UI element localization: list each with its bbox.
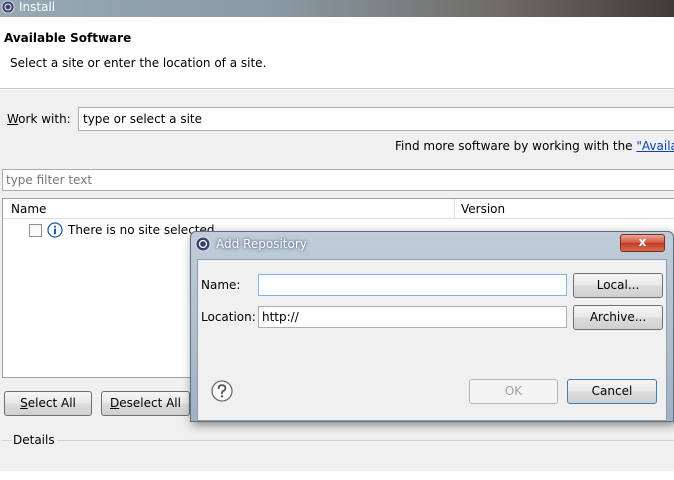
location-input[interactable]: http://	[258, 306, 567, 328]
work-with-label: Work with:	[7, 112, 71, 126]
eclipse-app-icon	[195, 236, 211, 252]
archive-button[interactable]: Archive...	[573, 305, 663, 330]
page-title: Available Software	[4, 31, 132, 45]
name-input[interactable]	[258, 274, 567, 296]
close-icon: x	[638, 235, 647, 249]
close-button[interactable]: x	[620, 234, 665, 252]
find-more-text: Find more software by working with the "…	[395, 139, 674, 153]
page-description: Select a site or enter the location of a…	[10, 56, 267, 70]
ok-button[interactable]: OK	[469, 379, 558, 404]
details-label: Details	[11, 433, 57, 447]
available-sites-link[interactable]: "Availab	[636, 139, 674, 153]
column-header-name[interactable]: Name	[11, 202, 46, 216]
column-header-version[interactable]: Version	[461, 202, 505, 216]
page-header: Available Software Select a site or ente…	[0, 17, 674, 89]
work-with-combo[interactable]: type or select a site	[78, 107, 674, 131]
column-separator[interactable]	[454, 199, 455, 219]
name-label: Name:	[201, 278, 241, 292]
table-header: Name Version	[3, 199, 674, 219]
dialog-titlebar[interactable]: Add Repository x	[191, 232, 673, 256]
location-label: Location:	[201, 310, 256, 324]
select-all-button[interactable]: Select All	[4, 391, 92, 416]
local-button[interactable]: Local...	[573, 273, 663, 298]
info-icon	[47, 222, 63, 238]
filter-input[interactable]	[2, 169, 674, 191]
help-icon[interactable]	[211, 380, 233, 402]
dialog-content: Name: Local... Location: http:// Archive…	[197, 259, 667, 421]
cancel-button[interactable]: Cancel	[567, 379, 657, 404]
window-titlebar[interactable]: Install	[0, 0, 674, 17]
details-group: Details	[2, 433, 674, 480]
window-title: Install	[19, 0, 56, 14]
row-checkbox[interactable]	[29, 224, 42, 237]
deselect-all-button[interactable]: Deselect All	[101, 391, 190, 416]
dialog-title: Add Repository	[216, 237, 307, 251]
eclipse-app-icon	[1, 0, 15, 14]
add-repository-dialog: Add Repository x Name: Local... Location…	[190, 231, 674, 422]
